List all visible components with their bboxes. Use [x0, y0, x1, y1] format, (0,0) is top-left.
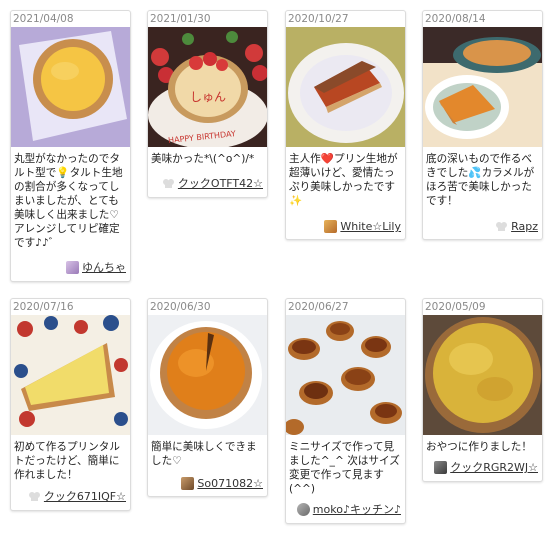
report-author[interactable]: ゆんちゃ	[66, 259, 126, 275]
author-link[interactable]: ゆんちゃ	[82, 259, 126, 275]
avatar-photo	[434, 460, 448, 474]
report-photo[interactable]	[148, 315, 267, 435]
report-photo[interactable]	[423, 27, 542, 147]
report-photo[interactable]	[423, 315, 542, 435]
report-date: 2021/04/08	[13, 13, 74, 25]
report-date: 2021/01/30	[150, 13, 211, 25]
report-date: 2020/06/30	[150, 301, 211, 313]
report-photo[interactable]	[11, 27, 130, 147]
report-card[interactable]: 2020/10/27 主人作❤️プリン生地が超薄いけど、愛情たっぷり美味しかった…	[285, 10, 406, 240]
report-photo[interactable]: しゅん HAPPY BIRTHDAY	[148, 27, 267, 147]
report-comment: 底の深いもので作るべきでした💦カラメルがほろ苦で美味しかったです！	[426, 153, 535, 207]
report-card[interactable]: 2020/06/30 簡単に美味しくできました♡ So071082☆	[147, 298, 268, 497]
report-card[interactable]: 2021/04/08 丸型がなかったのでタルト型で💡タルト生地の割合が多くなって…	[10, 10, 131, 282]
cake-message: しゅん	[190, 90, 226, 104]
report-author[interactable]: クック671IQF☆	[28, 488, 126, 504]
report-comment: ミニサイズで作って見ました^_^ 次はサイズ変更で作って見ます(^^)	[289, 441, 400, 495]
report-card[interactable]: 2021/01/30 しゅん HAPPY BIRTHDAY 美味かった*\(^o…	[147, 10, 268, 198]
report-comment: 美味かった*\(^o^)/*	[151, 153, 255, 165]
chef-hat-icon	[162, 178, 174, 188]
avatar-photo	[66, 260, 79, 274]
report-comment: 主人作❤️プリン生地が超薄いけど、愛情たっぷり美味しかったです✨	[289, 153, 398, 207]
report-card[interactable]: 2020/05/09 おやつに作りました！ クックRGR2WJ☆	[422, 298, 543, 482]
report-author[interactable]: クックOTFT42☆	[162, 175, 263, 191]
author-link[interactable]: moko♪キッチン♪	[313, 501, 401, 517]
report-date: 2020/05/09	[425, 301, 486, 313]
report-date: 2020/07/16	[13, 301, 74, 313]
author-link[interactable]: So071082☆	[197, 477, 263, 490]
report-author[interactable]: So071082☆	[181, 477, 263, 490]
report-card[interactable]: 2020/08/14 底の深いもので作るべきでした💦カラメルがほろ苦で美味しかっ…	[422, 10, 543, 240]
author-link[interactable]: White☆Lily	[340, 220, 401, 233]
report-author[interactable]: クックRGR2WJ☆	[434, 459, 538, 475]
chef-hat-icon	[496, 222, 508, 231]
report-photo[interactable]	[286, 315, 405, 435]
report-photo[interactable]	[11, 315, 130, 435]
author-link[interactable]: クックRGR2WJ☆	[450, 459, 538, 475]
report-comment: 丸型がなかったのでタルト型で💡タルト生地の割合が多くなってしまいましたが、とても…	[14, 153, 123, 249]
report-card[interactable]: 2020/06/27 ミニサイズで作って見ました^_^ 次はサイズ変更で作って見…	[285, 298, 406, 524]
avatar-photo	[181, 477, 195, 490]
author-link[interactable]: Rapz	[511, 220, 538, 233]
report-author[interactable]: White☆Lily	[324, 220, 401, 233]
report-author[interactable]: Rapz	[495, 220, 538, 233]
report-comment: 初めて作るプリンタルトだったけど、簡単に作れました！	[14, 441, 120, 481]
author-link[interactable]: クック671IQF☆	[44, 488, 126, 504]
report-author[interactable]: moko♪キッチン♪	[296, 501, 401, 517]
author-link[interactable]: クックOTFT42☆	[178, 175, 263, 191]
report-comment: おやつに作りました！	[426, 441, 532, 453]
report-date: 2020/10/27	[288, 13, 349, 25]
report-card[interactable]: 2020/07/16 初めて作るプリンタルトだったけど、簡単に作れました！ クッ…	[10, 298, 131, 511]
report-comment: 簡単に美味しくできました♡	[151, 441, 257, 467]
report-photo[interactable]	[286, 27, 405, 147]
chef-hat-icon	[28, 491, 40, 501]
report-date: 2020/08/14	[425, 13, 486, 25]
avatar-photo	[324, 220, 338, 233]
avatar-photo	[296, 502, 310, 516]
report-date: 2020/06/27	[288, 301, 349, 313]
